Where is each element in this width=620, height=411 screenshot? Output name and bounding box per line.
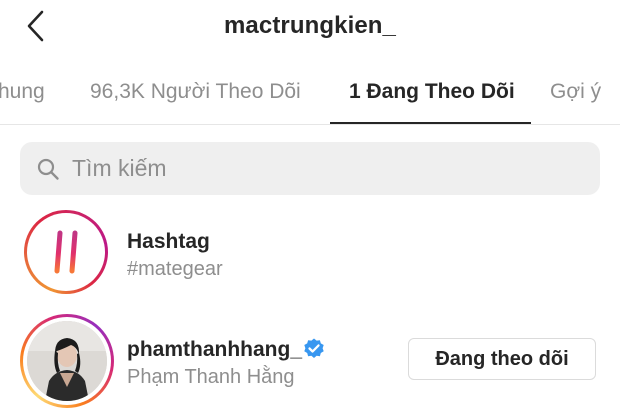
hashtag-name: #mategear [127,258,223,280]
tab-followers[interactable]: 96,3K Người Theo Dõi [90,80,301,104]
username: phamthanhhang_ [127,338,303,361]
search-bar[interactable] [20,142,600,195]
hashtag-avatar [24,210,108,294]
avatar [27,321,107,401]
tab-following[interactable]: 1 Đang Theo Dõi [349,80,515,104]
hashtag-icon [45,230,87,274]
header: mactrungkien_ [0,0,620,56]
tabs-divider [0,124,620,125]
full-name: Phạm Thanh Hằng [127,366,295,388]
list-item-user[interactable]: phamthanhhang_ Phạm Thanh Hằng Đang theo… [0,308,620,411]
hashtag-title: Hashtag [127,230,210,253]
search-icon [37,158,59,180]
following-button[interactable]: Đang theo dõi [408,338,596,380]
tab-bar: hung 96,3K Người Theo Dõi 1 Đang Theo Dõ… [0,62,620,124]
story-ring[interactable] [20,314,114,408]
search-input[interactable] [72,142,572,195]
tab-partial-left[interactable]: hung [0,80,45,104]
verified-badge-icon [304,338,324,358]
list-item-hashtag[interactable]: Hashtag #mategear [0,208,620,304]
page-title: mactrungkien_ [223,12,397,39]
following-screen: mactrungkien_ hung 96,3K Người Theo Dõi … [0,0,620,411]
tab-suggested[interactable]: Gợi ý [550,80,601,104]
